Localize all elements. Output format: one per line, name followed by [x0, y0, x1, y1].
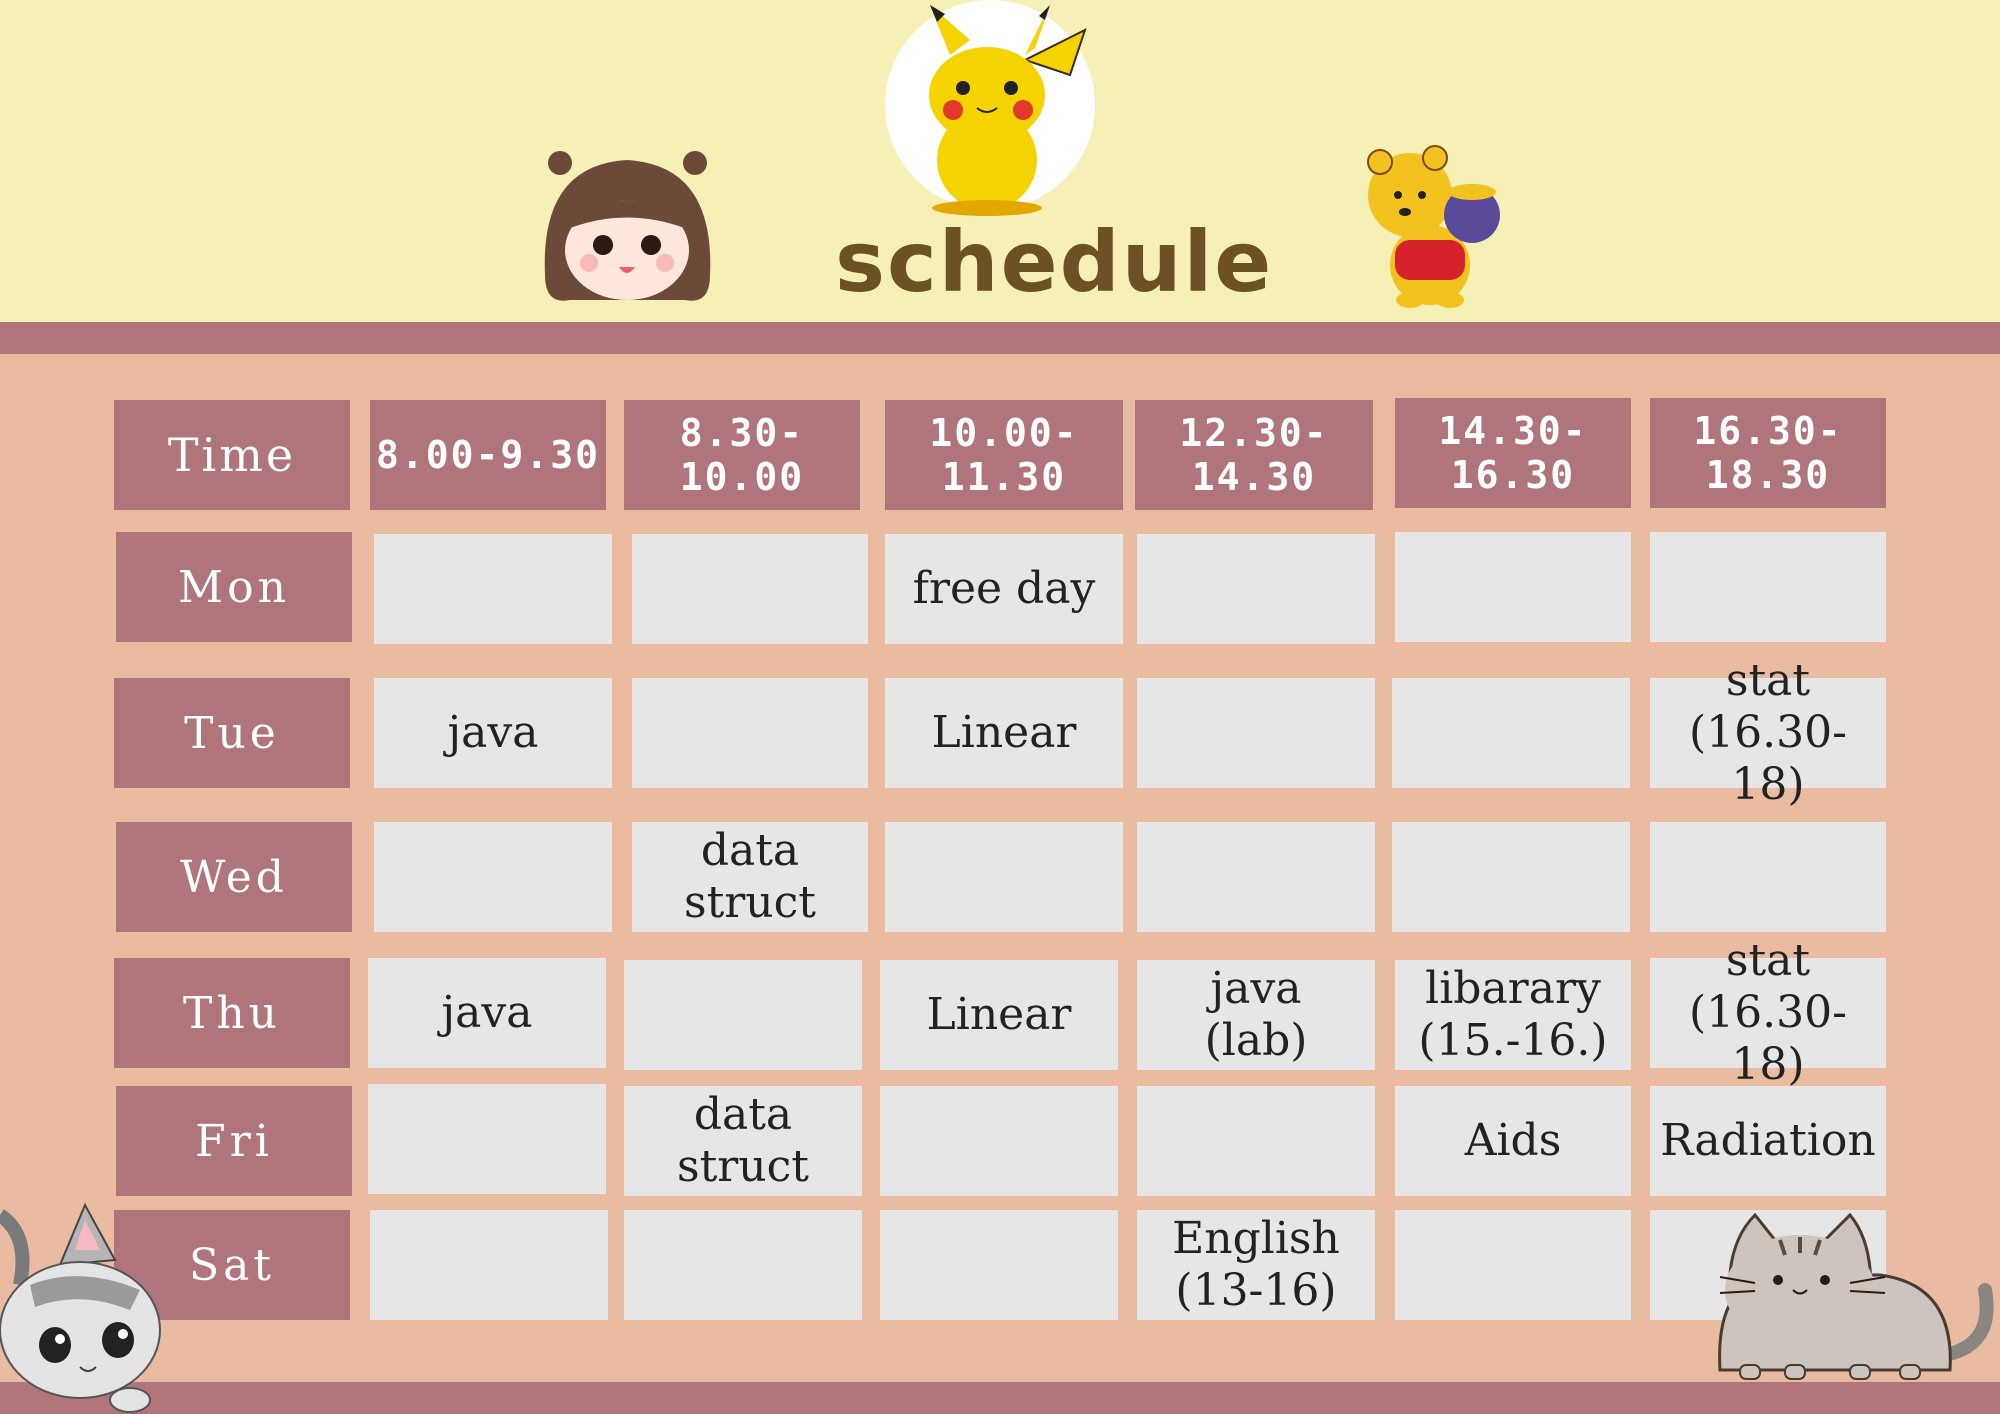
- schedule-cell: [374, 534, 612, 644]
- bottom-stripe: [0, 1382, 2000, 1414]
- schedule-cell: [368, 1084, 606, 1194]
- schedule-cell: [1395, 532, 1631, 642]
- schedule-cell: [1137, 1086, 1375, 1196]
- day-label-thu: Thu: [114, 958, 350, 1068]
- schedule-cell: [1137, 678, 1375, 788]
- schedule-cell: [1137, 822, 1375, 932]
- header-slot: 12.30-14.30: [1135, 400, 1373, 510]
- schedule-cell: java (lab): [1137, 960, 1375, 1070]
- header-slot: 8.30-10.00: [624, 400, 860, 510]
- schedule-cell: [624, 1210, 862, 1320]
- schedule-cell: Radiation: [1650, 1086, 1886, 1196]
- page-title: schedule: [835, 213, 1274, 311]
- girl-face-illustration: [544, 151, 711, 301]
- schedule-cell: [1392, 822, 1630, 932]
- pikachu-illustration: [885, 0, 1095, 216]
- top-stripe: [0, 322, 2000, 354]
- schedule-cell: [1395, 1210, 1631, 1320]
- schedule-cell: [885, 822, 1123, 932]
- schedule-cell: [1137, 534, 1375, 644]
- schedule-cell: [1392, 678, 1630, 788]
- schedule-cell: English (13-16): [1137, 1210, 1375, 1320]
- day-label-fri: Fri: [116, 1086, 352, 1196]
- schedule-cell: java: [374, 678, 612, 788]
- schedule-cell: java: [368, 958, 606, 1068]
- schedule-cell: free day: [885, 534, 1123, 644]
- header-slot: 8.00-9.30: [370, 400, 606, 510]
- schedule-cell: [624, 960, 862, 1070]
- schedule-cell: [1650, 822, 1886, 932]
- schedule-cell: stat (16.30-18): [1650, 655, 1886, 810]
- schedule-cell: [370, 1210, 608, 1320]
- schedule-cell: [374, 822, 612, 932]
- schedule-cell: [880, 1210, 1118, 1320]
- schedule-cell: [632, 534, 868, 644]
- day-label-tue: Tue: [114, 678, 350, 788]
- schedule-cell: [632, 678, 868, 788]
- day-label-wed: Wed: [116, 822, 352, 932]
- pusheen-cat-illustration: [1718, 1212, 1994, 1380]
- schedule-cell: Linear: [880, 960, 1118, 1070]
- day-label-mon: Mon: [116, 532, 352, 642]
- kitten-illustration: [0, 1202, 161, 1413]
- schedule-cell: stat (16.30-18): [1650, 935, 1886, 1090]
- schedule-cell: [1650, 532, 1886, 642]
- schedule-cell: data struct: [632, 822, 868, 932]
- schedule-cell: Aids: [1395, 1086, 1631, 1196]
- header-time: Time: [114, 400, 350, 510]
- schedule-cell: data struct: [624, 1086, 862, 1196]
- schedule-cell: Linear: [885, 678, 1123, 788]
- pooh-bear-illustration: [1367, 145, 1500, 308]
- header-slot: 16.30-18.30: [1650, 398, 1886, 508]
- schedule-cell: libarary (15.-16.): [1395, 960, 1631, 1070]
- header-slot: 10.00-11.30: [885, 400, 1123, 510]
- header-slot: 14.30-16.30: [1395, 398, 1631, 508]
- schedule-cell: [880, 1086, 1118, 1196]
